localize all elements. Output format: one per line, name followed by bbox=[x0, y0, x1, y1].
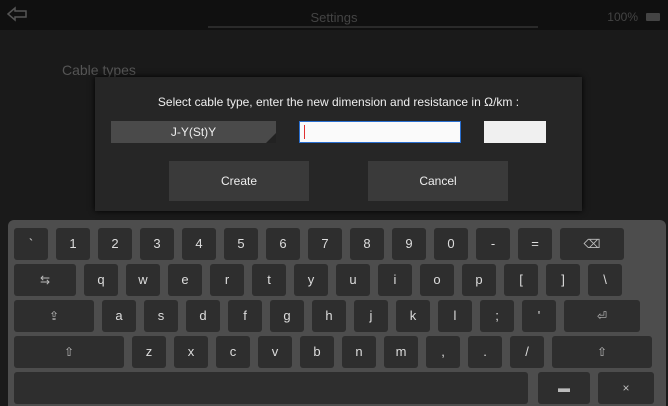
key-x[interactable]: x bbox=[174, 336, 208, 368]
key-2[interactable]: 2 bbox=[98, 228, 132, 260]
key-3[interactable]: 3 bbox=[140, 228, 174, 260]
caps-lock-key[interactable]: ⇪ bbox=[14, 300, 94, 332]
key-h[interactable]: h bbox=[312, 300, 346, 332]
key-\[interactable]: \ bbox=[588, 264, 622, 296]
shift-key[interactable]: ⇧ bbox=[14, 336, 124, 368]
on-screen-keyboard: ` 1 2 3 4 5 6 7 8 9 0- = ⌫ ⇆ q w e r t y u i o p[] \ ⇪ a s d f g h j k l; '… bbox=[8, 220, 666, 406]
key-7[interactable]: 7 bbox=[308, 228, 342, 260]
dimension-input[interactable] bbox=[299, 121, 461, 143]
hide-keyboard-key[interactable]: ▬ bbox=[538, 372, 590, 404]
key-u[interactable]: u bbox=[336, 264, 370, 296]
key-a[interactable]: a bbox=[102, 300, 136, 332]
key-c[interactable]: c bbox=[216, 336, 250, 368]
dialog-prompt: Select cable type, enter the new dimensi… bbox=[157, 95, 520, 109]
key-v[interactable]: v bbox=[258, 336, 292, 368]
key-z[interactable]: z bbox=[132, 336, 166, 368]
resistance-input[interactable] bbox=[484, 121, 546, 143]
settings-screen: Settings 100% Cable types Select cable t… bbox=[0, 0, 668, 406]
key-1[interactable]: 1 bbox=[56, 228, 90, 260]
key-0[interactable]: 0 bbox=[434, 228, 468, 260]
key-e[interactable]: e bbox=[168, 264, 202, 296]
key-9[interactable]: 9 bbox=[392, 228, 426, 260]
key-=[interactable]: = bbox=[518, 228, 552, 260]
key-s[interactable]: s bbox=[144, 300, 178, 332]
key-8[interactable]: 8 bbox=[350, 228, 384, 260]
key-o[interactable]: o bbox=[420, 264, 454, 296]
create-button[interactable]: Create bbox=[169, 161, 309, 201]
key-l[interactable]: l bbox=[438, 300, 472, 332]
key-d[interactable]: d bbox=[186, 300, 220, 332]
backspace-key[interactable]: ⌫ bbox=[560, 228, 624, 260]
key-5[interactable]: 5 bbox=[224, 228, 258, 260]
key-r[interactable]: r bbox=[210, 264, 244, 296]
cancel-button[interactable]: Cancel bbox=[368, 161, 508, 201]
shift-key[interactable]: ⇧ bbox=[552, 336, 652, 368]
enter-key[interactable]: ⏎ bbox=[564, 300, 640, 332]
space-key[interactable] bbox=[14, 372, 528, 404]
key-6[interactable]: 6 bbox=[266, 228, 300, 260]
cable-type-value: J-Y(St)Y bbox=[170, 125, 217, 139]
key-g[interactable]: g bbox=[270, 300, 304, 332]
key-j[interactable]: j bbox=[354, 300, 388, 332]
page-title: Settings bbox=[310, 10, 358, 25]
key-4[interactable]: 4 bbox=[182, 228, 216, 260]
battery-percentage: 100% bbox=[607, 10, 638, 24]
key-y[interactable]: y bbox=[294, 264, 328, 296]
key-t[interactable]: t bbox=[252, 264, 286, 296]
key-][interactable]: ] bbox=[546, 264, 580, 296]
key-f[interactable]: f bbox=[228, 300, 262, 332]
close-keyboard-key[interactable]: × bbox=[598, 372, 654, 404]
section-label: Cable types bbox=[62, 62, 136, 78]
new-cable-dialog: Select cable type, enter the new dimensi… bbox=[95, 77, 582, 211]
key-w[interactable]: w bbox=[126, 264, 160, 296]
tab-key[interactable]: ⇆ bbox=[14, 264, 76, 296]
key--[interactable]: - bbox=[476, 228, 510, 260]
key-q[interactable]: q bbox=[84, 264, 118, 296]
key-,[interactable]: , bbox=[426, 336, 460, 368]
battery-icon bbox=[646, 13, 660, 21]
key-[[interactable]: [ bbox=[504, 264, 538, 296]
key-p[interactable]: p bbox=[462, 264, 496, 296]
key-;[interactable]: ; bbox=[480, 300, 514, 332]
key-k[interactable]: k bbox=[396, 300, 430, 332]
key-n[interactable]: n bbox=[342, 336, 376, 368]
key-.[interactable]: . bbox=[468, 336, 502, 368]
key-b[interactable]: b bbox=[300, 336, 334, 368]
dropdown-corner-icon bbox=[266, 133, 276, 143]
cable-type-select[interactable]: J-Y(St)Y bbox=[111, 121, 276, 143]
top-bar: Settings 100% bbox=[0, 0, 668, 30]
text-caret bbox=[304, 125, 305, 139]
key-i[interactable]: i bbox=[378, 264, 412, 296]
key-`[interactable]: ` bbox=[14, 228, 48, 260]
key-/[interactable]: / bbox=[510, 336, 544, 368]
key-'[interactable]: ' bbox=[522, 300, 556, 332]
key-m[interactable]: m bbox=[384, 336, 418, 368]
title-underline bbox=[208, 26, 538, 28]
